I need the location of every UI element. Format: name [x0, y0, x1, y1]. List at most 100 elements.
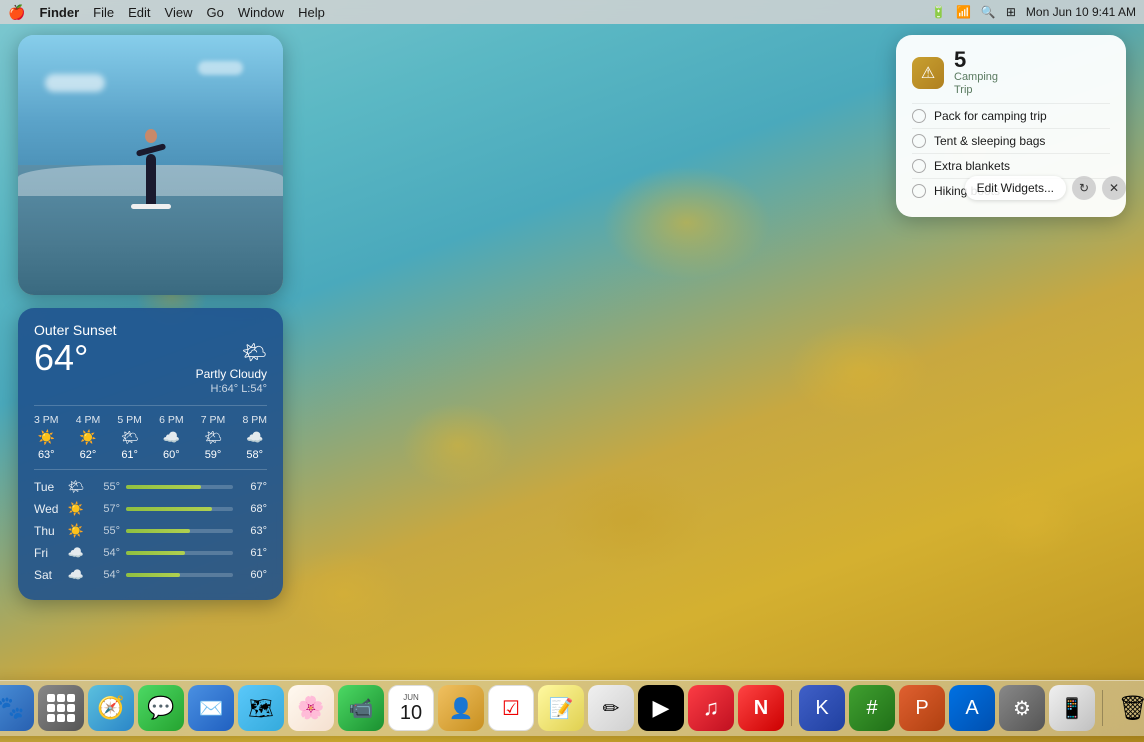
keynote-icon: K: [815, 697, 828, 720]
view-menu[interactable]: View: [165, 5, 193, 20]
hourly-forecast: 3 PM ☀️ 63° 4 PM ☀️ 62° 5 PM 🌤 61° 6 PM …: [34, 405, 267, 461]
dock-trash[interactable]: 🗑: [1110, 685, 1144, 731]
safari-icon: 🧭: [97, 695, 124, 721]
dock-contacts[interactable]: 👤: [438, 685, 484, 731]
dock-news[interactable]: N: [738, 685, 784, 731]
reminders-list-title: CampingTrip: [954, 71, 998, 97]
menubar: 🍎 Finder File Edit View Go Window Help 🔋…: [0, 0, 1144, 24]
dock-mail[interactable]: ✉️: [188, 685, 234, 731]
dock-calendar[interactable]: JUN 10: [388, 685, 434, 731]
datetime-display: Mon Jun 10 9:41 AM: [1026, 5, 1136, 19]
photo-widget: [18, 35, 283, 295]
menubar-left: 🍎 Finder File Edit View Go Window Help: [8, 4, 325, 21]
hour-item-0: 3 PM ☀️ 63°: [34, 414, 59, 461]
dock-divider-2: [1102, 690, 1103, 726]
dock-freeform[interactable]: ✏: [588, 685, 634, 731]
hour-item-3: 6 PM ☁️ 60°: [159, 414, 184, 461]
dock-settings[interactable]: ⚙: [999, 685, 1045, 731]
go-menu[interactable]: Go: [206, 5, 223, 20]
weather-widget: Outer Sunset 64° 🌤 Partly Cloudy H:64° L…: [18, 308, 283, 600]
dock-safari[interactable]: 🧭: [88, 685, 134, 731]
reminders-meta: 5 CampingTrip: [954, 49, 998, 97]
appletv-icon: ▶: [653, 695, 670, 721]
file-menu[interactable]: File: [93, 5, 114, 20]
iphone-icon: 📱: [1060, 696, 1085, 721]
close-widget-button[interactable]: ✕: [1102, 176, 1126, 200]
finder-icon: 🐾: [0, 695, 25, 721]
dock-notes[interactable]: 📝: [538, 685, 584, 731]
weather-condition-label: Partly Cloudy: [196, 367, 267, 381]
weather-location: Outer Sunset: [34, 322, 267, 338]
dock-divider: [791, 690, 792, 726]
news-icon: N: [754, 697, 768, 720]
notes-icon: 📝: [549, 696, 574, 721]
desktop: 🍎 Finder File Edit View Go Window Help 🔋…: [0, 0, 1144, 742]
rotate-widget-button[interactable]: ↻: [1072, 176, 1096, 200]
reminder-checkbox-2[interactable]: [912, 159, 926, 173]
search-icon[interactable]: 🔍: [981, 5, 996, 19]
reminder-text-0: Pack for camping trip: [934, 109, 1047, 123]
widget-controls: Edit Widgets... ↻ ✕: [965, 176, 1126, 200]
weather-temperature: 64°: [34, 340, 88, 376]
reminder-item-0: Pack for camping trip: [912, 103, 1110, 128]
dock-reminders[interactable]: ☑: [488, 685, 534, 731]
messages-icon: 💬: [147, 695, 174, 721]
reminders-header: ⚠ 5 CampingTrip: [912, 49, 1110, 97]
hour-item-2: 5 PM 🌤 61°: [117, 414, 142, 461]
dock-photos[interactable]: 🌸: [288, 685, 334, 731]
reminders-dock-icon: ☑: [502, 696, 520, 721]
reminders-app-icon: ⚠: [912, 57, 944, 89]
daily-forecast: Tue 🌤 55° 67° Wed ☀️ 57° 68° Thu ☀️ 55° …: [34, 469, 267, 586]
dock-launchpad[interactable]: [38, 685, 84, 731]
reminder-checkbox-0[interactable]: [912, 109, 926, 123]
numbers-icon: #: [866, 697, 877, 720]
window-menu[interactable]: Window: [238, 5, 284, 20]
hour-item-1: 4 PM ☀️ 62°: [76, 414, 101, 461]
dock-finder[interactable]: 🐾: [0, 685, 34, 731]
control-center-icon[interactable]: ⊞: [1006, 5, 1016, 19]
day-row-fri: Fri ☁️ 54° 61°: [34, 542, 267, 564]
wifi-icon: 📶: [956, 5, 971, 19]
day-row-sat: Sat ☁️ 54° 60°: [34, 564, 267, 586]
battery-icon: 🔋: [931, 5, 946, 19]
day-row-thu: Thu ☀️ 55° 63°: [34, 520, 267, 542]
weather-temp-row: 64° 🌤 Partly Cloudy H:64° L:54°: [34, 340, 267, 395]
dock-music[interactable]: ♫: [688, 685, 734, 731]
launchpad-icon: [47, 694, 75, 722]
maps-icon: 🗺: [248, 696, 273, 721]
appstore-icon: A: [965, 697, 978, 720]
dock-keynote[interactable]: K: [799, 685, 845, 731]
dock-appletv[interactable]: ▶: [638, 685, 684, 731]
mail-icon: ✉️: [199, 696, 224, 721]
apple-menu[interactable]: 🍎: [8, 4, 25, 21]
dock-maps[interactable]: 🗺: [238, 685, 284, 731]
dock-numbers[interactable]: #: [849, 685, 895, 731]
dock-pages[interactable]: P: [899, 685, 945, 731]
calendar-date: JUN 10: [400, 694, 422, 723]
dock-appstore[interactable]: A: [949, 685, 995, 731]
weather-hl: H:64° L:54°: [211, 383, 268, 395]
edit-widgets-button[interactable]: Edit Widgets...: [965, 176, 1066, 200]
reminders-count: 5: [954, 49, 998, 71]
reminder-text-1: Tent & sleeping bags: [934, 134, 1045, 148]
reminder-text-2: Extra blankets: [934, 159, 1010, 173]
dock-iphone[interactable]: 📱: [1049, 685, 1095, 731]
reminder-checkbox-1[interactable]: [912, 134, 926, 148]
finder-menu[interactable]: Finder: [39, 5, 79, 20]
facetime-icon: 📹: [349, 696, 374, 721]
weather-sun-icon: 🌤: [242, 340, 267, 365]
reminder-checkbox-3[interactable]: [912, 184, 926, 198]
menubar-right: 🔋 📶 🔍 ⊞ Mon Jun 10 9:41 AM: [931, 5, 1136, 19]
dock: 🐾 🧭 💬 ✉️: [0, 680, 1144, 736]
music-icon: ♫: [703, 695, 720, 721]
help-menu[interactable]: Help: [298, 5, 325, 20]
reminder-item-2: Extra blankets: [912, 153, 1110, 178]
hour-item-5: 8 PM ☁️ 58°: [242, 414, 267, 461]
day-row-tue: Tue 🌤 55° 67°: [34, 476, 267, 498]
pages-icon: P: [915, 697, 928, 720]
trash-icon: 🗑: [1118, 694, 1144, 723]
contacts-icon: 👤: [449, 696, 474, 721]
dock-messages[interactable]: 💬: [138, 685, 184, 731]
dock-facetime[interactable]: 📹: [338, 685, 384, 731]
edit-menu[interactable]: Edit: [128, 5, 150, 20]
